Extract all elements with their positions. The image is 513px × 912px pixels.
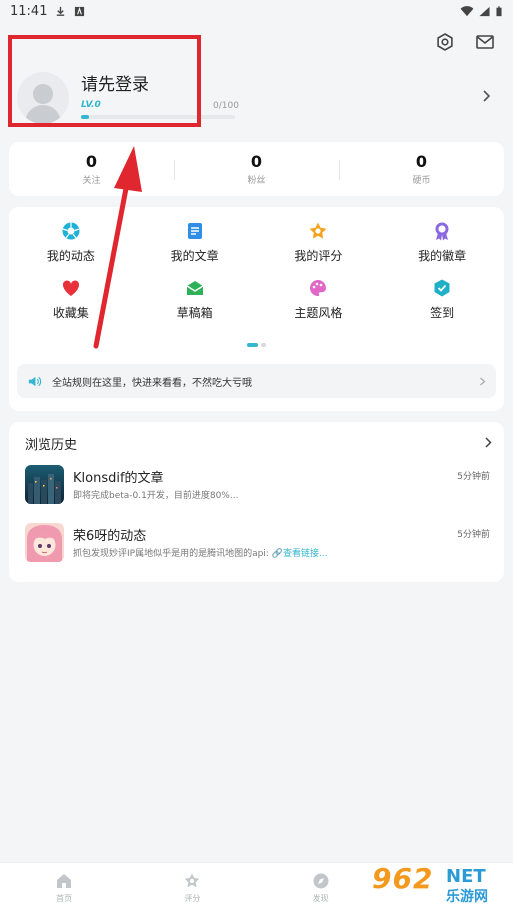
shutter-icon (62, 222, 80, 240)
grid-label: 草稿箱 (176, 306, 213, 320)
tab-home[interactable]: 首页 (0, 863, 128, 912)
settings-icon[interactable] (435, 32, 455, 52)
grid-label: 我的徽章 (418, 249, 467, 263)
grid-label: 签到 (430, 306, 455, 320)
feature-grid-card: 我的动态 我的文章 我的评分 我的徽章 收藏集 草稿箱 主题风格 签到 全站规则… (9, 207, 504, 411)
chevron-right-icon[interactable] (481, 90, 491, 102)
user-avatar-thumbnail (25, 523, 64, 562)
stat-label: 关注 (82, 176, 101, 186)
annotation-highlight-box (8, 35, 201, 127)
history-item-name: Klonsdif的文章 (73, 471, 164, 486)
grid-item-theme-style[interactable]: 主题风格 (257, 278, 381, 321)
heart-icon (62, 280, 79, 296)
page-dot (261, 343, 266, 347)
badge-icon (435, 222, 449, 241)
stats-card: 0 关注 0 粉丝 0 硬币 (9, 142, 504, 196)
grid-label: 我的动态 (46, 249, 95, 263)
tab-label: 首页 (56, 893, 73, 903)
grid-label: 我的评分 (294, 249, 343, 263)
notice-bar[interactable]: 全站规则在这里，快进来看看，不然吃大亏哦 (17, 364, 496, 398)
battery-icon (496, 5, 502, 16)
rating-icon (185, 873, 200, 887)
history-item-time: 5分钟前 (457, 530, 490, 540)
signal-icon (479, 6, 490, 16)
check-shield-icon (434, 279, 450, 297)
home-icon (57, 873, 72, 888)
stat-coins[interactable]: 0 硬币 (339, 142, 504, 196)
stat-following[interactable]: 0 关注 (9, 142, 174, 196)
history-title: 浏览历史 (25, 438, 78, 453)
status-time: 11:41 (10, 3, 48, 19)
page-dot-active (247, 343, 258, 347)
grid-item-drafts[interactable]: 草稿箱 (133, 278, 257, 321)
grid-item-my-posts[interactable]: 我的动态 (9, 221, 133, 264)
history-item-desc: 即将完成beta-0.1开发，目前进度80%... (73, 491, 239, 501)
view-link[interactable]: 🔗查看链接... (272, 549, 328, 559)
grid-item-check-in[interactable]: 签到 (380, 278, 504, 321)
stat-value: 0 (250, 152, 263, 171)
notice-text: 全站规则在这里，快进来看看，不然吃大亏哦 (52, 377, 252, 389)
browse-history-card: 浏览历史 Klonsdif的文章 即将完成beta-0.1开发，目前进度80%.… (9, 422, 504, 582)
tab-rating[interactable]: 评分 (128, 863, 256, 912)
grid-label: 主题风格 (294, 306, 343, 320)
palette-icon (310, 280, 327, 296)
draft-box-icon (186, 281, 203, 295)
notification-icon (75, 6, 85, 16)
link-icon: 🔗 (271, 549, 283, 559)
grid-label: 我的文章 (170, 249, 219, 263)
rating-star-icon (309, 222, 327, 239)
mail-icon[interactable] (475, 32, 495, 52)
stat-value: 0 (415, 152, 428, 171)
stat-fans[interactable]: 0 粉丝 (174, 142, 339, 196)
grid-item-favorites[interactable]: 收藏集 (9, 278, 133, 321)
page-indicator (9, 343, 504, 347)
grid-item-my-articles[interactable]: 我的文章 (133, 221, 257, 264)
site-watermark-logo: 962 NET 乐游网 (372, 862, 488, 905)
history-item-desc: 抓包发现妙评IP属地似乎是用的是腾讯地图的api: 🔗查看链接... (73, 549, 328, 559)
chevron-right-icon (480, 377, 486, 385)
stat-value: 0 (85, 152, 98, 171)
grid-label: 收藏集 (52, 306, 89, 320)
grid-item-my-ratings[interactable]: 我的评分 (257, 221, 381, 264)
tab-label: 发现 (312, 893, 329, 903)
history-item-time: 5分钟前 (457, 472, 490, 482)
stat-label: 硬币 (412, 176, 431, 186)
chevron-right-icon[interactable] (484, 437, 492, 448)
tab-label: 评分 (184, 893, 201, 903)
grid-item-my-badges[interactable]: 我的徽章 (380, 221, 504, 264)
stat-label: 粉丝 (247, 176, 266, 186)
history-item[interactable]: 荣6呀的动态 抓包发现妙评IP属地似乎是用的是腾讯地图的api: 🔗查看链接..… (25, 523, 490, 563)
tab-discover[interactable]: 发现 (257, 863, 385, 912)
document-icon (187, 223, 202, 239)
status-bar: 11:41 (0, 0, 513, 22)
download-icon (57, 6, 65, 16)
speaker-icon (28, 376, 42, 386)
exp-count: 0/100 (213, 101, 239, 111)
wifi-icon (460, 5, 474, 16)
compass-icon (313, 873, 329, 888)
history-item-name: 荣6呀的动态 (73, 529, 147, 544)
article-thumbnail (25, 465, 64, 504)
history-item[interactable]: Klonsdif的文章 即将完成beta-0.1开发，目前进度80%... 5分… (25, 465, 490, 505)
